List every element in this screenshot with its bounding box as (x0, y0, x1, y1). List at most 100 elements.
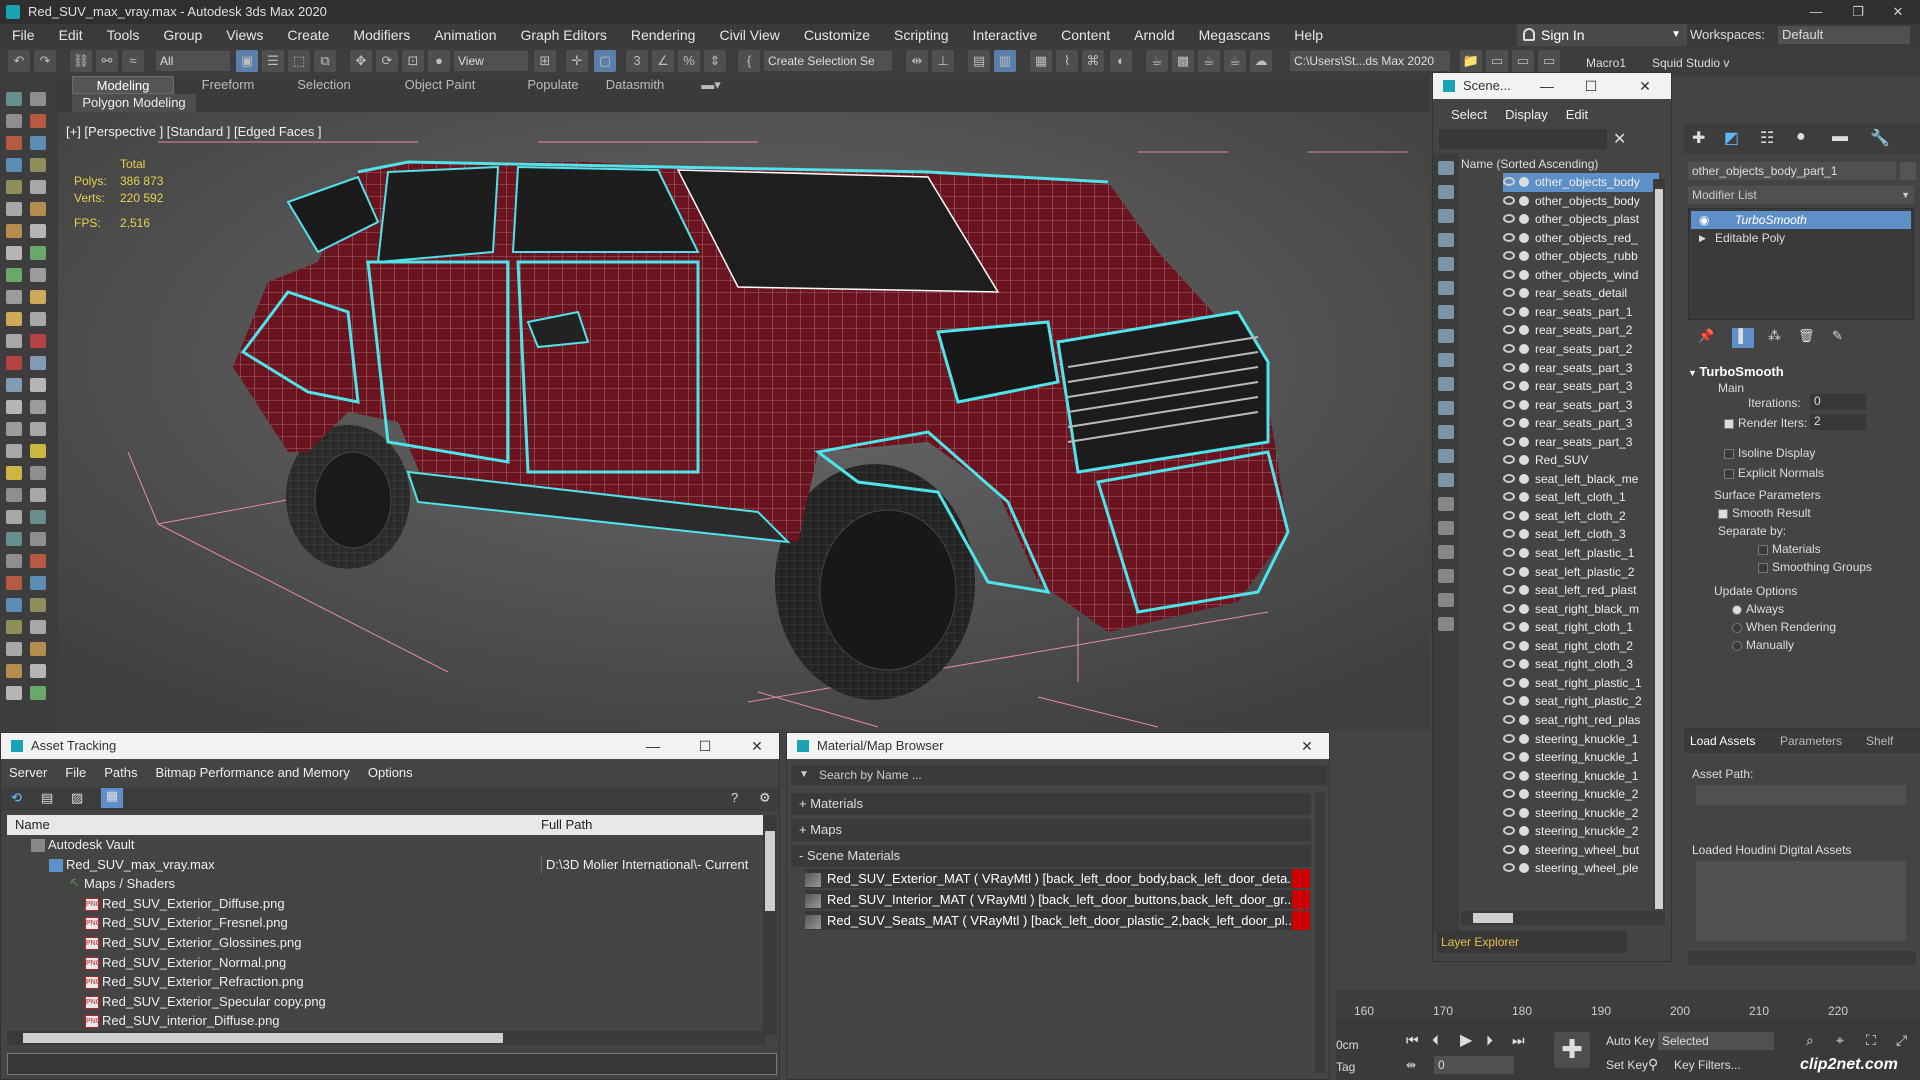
visibility-eye-icon[interactable] (1503, 214, 1515, 224)
left-toolbar-tool-icon[interactable] (6, 422, 22, 436)
freeze-icon[interactable] (1519, 752, 1529, 763)
visibility-eye-icon[interactable] (1503, 288, 1515, 298)
eye-icon[interactable]: ◉ (1699, 211, 1709, 229)
freeze-icon[interactable] (1519, 659, 1529, 670)
scene-object-row[interactable]: steering_knuckle_2 (1503, 804, 1659, 823)
freeze-icon[interactable] (1519, 306, 1529, 317)
left-toolbar-tool-icon[interactable] (30, 576, 46, 590)
menu-arnold[interactable]: Arnold (1122, 27, 1186, 43)
visibility-eye-icon[interactable] (1503, 603, 1515, 613)
create-icon[interactable]: ✚ (1692, 128, 1705, 148)
key-mode-icon[interactable]: ⇹ (1406, 1058, 1416, 1072)
scene-object-row[interactable]: seat_right_cloth_3 (1503, 655, 1659, 674)
freeze-icon[interactable] (1519, 548, 1529, 558)
visibility-eye-icon[interactable] (1503, 585, 1515, 595)
menu-display[interactable]: Display (1505, 107, 1548, 122)
freeze-icon[interactable] (1519, 473, 1529, 484)
left-toolbar-tool-icon[interactable] (30, 158, 46, 172)
ribbon-options-icon[interactable]: ▬▾ (696, 76, 726, 94)
viewport-label[interactable]: [+] [Perspective ] [Standard ] [Edged Fa… (66, 124, 321, 139)
set-key-button[interactable]: Set Key (1606, 1058, 1648, 1072)
close-icon[interactable]: ✕ (1627, 73, 1663, 99)
render-setup-icon[interactable]: ☕ (1146, 50, 1168, 72)
freeze-icon[interactable] (1519, 696, 1529, 707)
spinner-snap-icon[interactable]: ⇕ (704, 50, 726, 72)
left-toolbar-tool-icon[interactable] (6, 268, 22, 282)
visibility-eye-icon[interactable] (1503, 566, 1515, 576)
freeze-icon[interactable] (1519, 807, 1529, 818)
scene-filter-icon[interactable] (1438, 281, 1454, 295)
left-toolbar-tool-icon[interactable] (30, 92, 46, 106)
mirror-icon[interactable]: ⇹ (906, 50, 928, 72)
visibility-eye-icon[interactable] (1503, 177, 1515, 186)
window-crossing-icon[interactable]: ⧉ (314, 50, 336, 72)
visibility-eye-icon[interactable] (1503, 752, 1515, 762)
scene-object-row[interactable]: seat_left_plastic_1 (1503, 544, 1659, 563)
scene-object-row[interactable]: seat_right_plastic_1 (1503, 674, 1659, 693)
menu-select[interactable]: Select (1451, 107, 1487, 122)
clear-search-icon[interactable]: ✕ (1613, 129, 1626, 149)
explicit-normals-checkbox[interactable] (1724, 468, 1734, 479)
link-icon[interactable]: ⛓ (70, 50, 92, 72)
isoline-display-checkbox[interactable] (1724, 448, 1734, 459)
table-view-icon[interactable]: ▦ (101, 788, 123, 808)
visibility-eye-icon[interactable] (1503, 548, 1515, 557)
scene-object-row[interactable]: steering_wheel_but (1503, 841, 1659, 860)
left-toolbar-tool-icon[interactable] (6, 136, 22, 150)
scene-object-row[interactable]: rear_seats_part_3 (1503, 414, 1659, 433)
menu-views[interactable]: Views (214, 27, 275, 43)
left-toolbar-tool-icon[interactable] (30, 664, 46, 678)
scene-filter-icon[interactable] (1438, 497, 1454, 511)
left-toolbar-tool-icon[interactable] (30, 378, 46, 392)
menu-content[interactable]: Content (1049, 27, 1122, 43)
freeze-icon[interactable] (1519, 399, 1529, 410)
visibility-eye-icon[interactable] (1503, 455, 1515, 465)
freeze-icon[interactable] (1519, 789, 1529, 800)
column-full-path[interactable]: Full Path (541, 817, 592, 832)
scene-object-row[interactable]: rear_seats_part_3 (1503, 433, 1659, 452)
stack-item-turbosmooth[interactable]: ◉ TurboSmooth (1691, 211, 1911, 229)
loaded-assets-list[interactable] (1696, 861, 1906, 941)
scene-object-row[interactable]: seat_right_black_m (1503, 600, 1659, 619)
key-filters-button[interactable]: Key Filters... (1674, 1056, 1754, 1074)
visibility-eye-icon[interactable] (1503, 696, 1515, 706)
visibility-eye-icon[interactable] (1503, 195, 1515, 205)
visibility-eye-icon[interactable] (1503, 510, 1515, 520)
left-toolbar-tool-icon[interactable] (6, 664, 22, 678)
freeze-icon[interactable] (1519, 269, 1529, 280)
close-icon[interactable]: ✕ (1880, 0, 1916, 24)
left-toolbar-tool-icon[interactable] (30, 466, 46, 480)
scene-filter-icon[interactable] (1438, 521, 1454, 535)
unlink-icon[interactable]: ⚯ (96, 50, 118, 72)
menu-scripting[interactable]: Scripting (882, 27, 960, 43)
squid-studio-button[interactable]: Squid Studio v (1652, 56, 1729, 70)
scene-object-row[interactable]: steering_knuckle_2 (1503, 785, 1659, 804)
scene-object-row[interactable]: rear_seats_part_2 (1503, 321, 1659, 340)
left-toolbar-tool-icon[interactable] (6, 290, 22, 304)
scene-object-row[interactable]: other_objects_wind (1503, 266, 1659, 285)
hierarchy-icon[interactable]: ☷ (1760, 128, 1774, 148)
modify-icon[interactable]: ◩ (1724, 128, 1739, 148)
keyboard-shortcut-icon[interactable]: ▢ (594, 50, 616, 72)
freeze-icon[interactable] (1519, 603, 1529, 614)
freeze-icon[interactable] (1519, 622, 1529, 633)
scene-filter-icon[interactable] (1438, 329, 1454, 343)
scene-filter-icon[interactable] (1438, 257, 1454, 271)
menu-tools[interactable]: Tools (95, 27, 152, 43)
pin-stack-icon[interactable]: 📌 (1698, 328, 1714, 344)
freeze-icon[interactable] (1519, 770, 1529, 781)
tab-load-assets[interactable]: Load Assets (1690, 734, 1755, 748)
refresh-icon[interactable]: ⟲ (11, 790, 22, 806)
asset-row[interactable]: PNGRed_SUV_Exterior_Diffuse.png (7, 894, 765, 914)
tab-selection[interactable]: Selection (282, 76, 366, 94)
scene-object-row[interactable]: rear_seats_part_1 (1503, 303, 1659, 322)
redo-icon[interactable]: ↷ (34, 50, 56, 72)
maximize-icon[interactable]: ☐ (687, 733, 723, 759)
scene-object-row[interactable]: rear_seats_detail (1503, 284, 1659, 303)
freeze-icon[interactable] (1519, 343, 1529, 354)
freeze-icon[interactable] (1519, 214, 1529, 225)
scene-filter-icon[interactable] (1438, 377, 1454, 391)
render-production-icon[interactable]: ☕ (1198, 50, 1220, 72)
scene-object-row[interactable]: seat_right_plastic_2 (1503, 692, 1659, 711)
render-iters-spinner[interactable]: 2 (1810, 414, 1866, 430)
